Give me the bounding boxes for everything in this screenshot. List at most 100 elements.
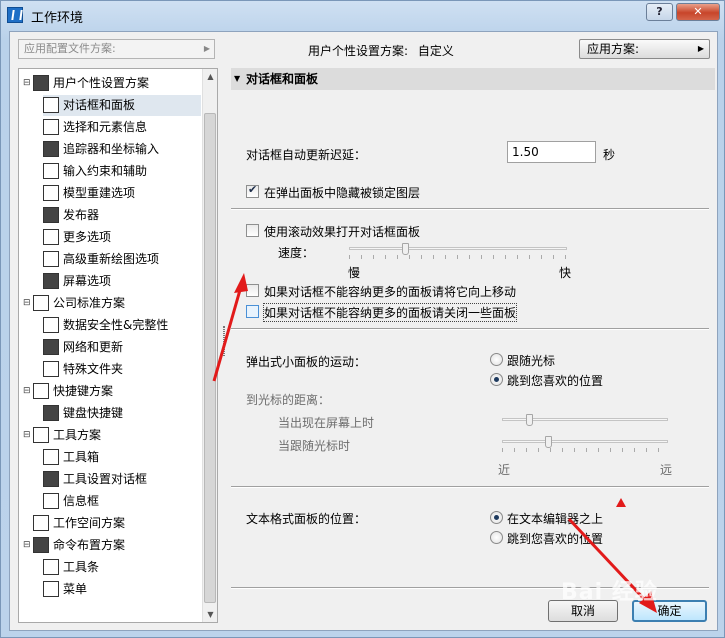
tree-item[interactable]: 高级重新绘图选项 (43, 249, 201, 270)
speed-slider[interactable] (349, 243, 567, 259)
watermark-logo: Bai 经验 (561, 580, 658, 605)
tree-item[interactable]: 数据安全性&完整性 (43, 315, 201, 336)
profile-dropdown-placeholder: 应用配置文件方案: (24, 42, 116, 55)
settings-page-icon (43, 361, 59, 377)
tree-item[interactable]: 发布器 (43, 205, 201, 226)
settings-page-icon (43, 207, 59, 223)
hide-locked-label: 在弹出面板中隐藏被锁定图层 (264, 186, 421, 200)
collapse-toggle-icon[interactable]: ⊟ (23, 381, 33, 402)
near-label: 近 (498, 463, 511, 477)
tree-group[interactable]: ⊟ 用户个性设置方案 (23, 73, 201, 94)
collapse-toggle-icon[interactable]: ⊟ (23, 73, 33, 94)
tree-item[interactable]: 工具箱 (43, 447, 201, 468)
help-button[interactable]: ? (646, 3, 673, 21)
text-preferred-radio[interactable] (490, 531, 503, 544)
tree-item[interactable]: 网络和更新 (43, 337, 201, 358)
scroll-effect-checkbox[interactable] (246, 224, 259, 237)
tree-group[interactable]: ⊟ 公司标准方案 (23, 293, 201, 314)
tree-item[interactable]: 特殊文件夹 (43, 359, 201, 380)
slider-thumb[interactable] (402, 243, 409, 255)
tree-item-label: 用户个性设置方案 (53, 76, 150, 90)
tree-item[interactable]: 模型重建选项 (43, 183, 201, 204)
section-header[interactable]: ▼ 对话框和面板 (231, 68, 715, 90)
delay-label: 对话框自动更新迟延： (246, 148, 367, 162)
tree-item-label: 工具条 (63, 560, 100, 574)
settings-tree: ⊟ 用户个性设置方案 对话框和面板 选择和元素信息追踪器和坐标输入输入约束和辅助模型重… (18, 68, 218, 623)
scheme-icon (33, 537, 49, 553)
settings-page-icon (43, 141, 59, 157)
popup-motion-label: 弹出式小面板的运动： (246, 355, 367, 369)
slider-thumb[interactable] (526, 414, 533, 426)
collapse-toggle-icon[interactable]: ⊟ (23, 535, 33, 556)
collapse-toggle-icon[interactable]: ⊟ (23, 425, 33, 446)
settings-page-icon (43, 581, 59, 597)
distance-label: 到光标的距离： (246, 393, 331, 407)
settings-page-icon (43, 449, 59, 465)
apply-scheme-button[interactable]: 应用方案: ▶ (579, 39, 710, 59)
settings-page-icon (43, 163, 59, 179)
tree-item[interactable]: 菜单 (43, 579, 201, 600)
scroll-up-icon[interactable]: ▲ (203, 69, 218, 84)
tree-group[interactable]: ⊟ 工具方案 (23, 425, 201, 446)
settings-page-icon (43, 229, 59, 245)
close-panels-label: 如果对话框不能容纳更多的面板请关闭一些面板 (262, 303, 518, 322)
tree-item[interactable]: 信息框 (43, 491, 201, 512)
text-above-radio[interactable] (490, 511, 503, 524)
text-format-label: 文本格式面板的位置： (246, 512, 367, 526)
tree-item[interactable]: 追踪器和坐标输入 (43, 139, 201, 160)
popup-follow-radio[interactable] (490, 353, 503, 366)
profile-scheme-dropdown[interactable]: 应用配置文件方案: ▶ (18, 39, 215, 59)
title-bar[interactable]: 工作环境 ? ✕ (1, 1, 724, 29)
scheme-icon (33, 427, 49, 443)
app-logo-icon (7, 7, 23, 23)
speed-max-label: 快 (559, 266, 572, 280)
settings-panel: ▼ 对话框和面板 对话框自动更新迟延： 1.50 秒 在弹出面板中隐藏被锁定图层… (231, 68, 715, 589)
scroll-down-icon[interactable]: ▼ (203, 607, 218, 622)
collapse-toggle-icon[interactable]: ⊟ (23, 293, 33, 314)
speed-label: 速度： (278, 246, 315, 260)
settings-page-icon (43, 493, 59, 509)
tree-item[interactable]: 屏幕选项 (43, 271, 201, 292)
chevron-down-icon: ▼ (234, 74, 241, 83)
tree-item[interactable]: 键盘快捷键 (43, 403, 201, 424)
close-button[interactable]: ✕ (676, 3, 720, 21)
tree-group[interactable]: ⊟ 快捷键方案 (23, 381, 201, 402)
tree-item-label: 更多选项 (63, 230, 112, 244)
delay-input[interactable]: 1.50 (507, 141, 596, 163)
tree-item-label: 工具箱 (63, 450, 100, 464)
annotation-marker (616, 498, 626, 507)
hide-locked-checkbox[interactable] (246, 183, 259, 198)
dist-follow-label: 当跟随光标时 (278, 439, 351, 453)
tree-item-label: 键盘快捷键 (63, 406, 124, 420)
popup-preferred-radio[interactable] (490, 373, 503, 386)
tree-item-label: 工具方案 (53, 428, 102, 442)
profile-label: 用户个性设置方案: (308, 44, 409, 58)
tree-item-label: 对话框和面板 (63, 98, 136, 112)
slider-thumb[interactable] (545, 436, 552, 448)
tree-item-label: 选择和元素信息 (63, 120, 148, 134)
tree-item-label: 屏幕选项 (63, 274, 112, 288)
tree-item[interactable]: 输入约束和辅助 (43, 161, 201, 182)
profile-value: 自定义 (417, 44, 454, 58)
tree-item-label: 快捷键方案 (53, 384, 114, 398)
settings-page-icon (43, 273, 59, 289)
current-profile-info: 用户个性设置方案: 自定义 (308, 42, 460, 59)
settings-page-icon (43, 559, 59, 575)
settings-page-icon (43, 251, 59, 267)
annotation-arrow-up (212, 273, 248, 382)
dist-follow-slider[interactable] (502, 436, 668, 452)
tree-item[interactable]: 工具设置对话框 (43, 469, 201, 490)
tree-group[interactable]: ⊟ 命令布置方案 (23, 535, 201, 556)
tree-item[interactable]: 更多选项 (43, 227, 201, 248)
tree-item[interactable]: 工具条 (43, 557, 201, 578)
far-label: 远 (660, 463, 673, 477)
tree-item-label: 发布器 (63, 208, 100, 222)
dist-screen-slider[interactable] (502, 414, 668, 426)
tree-item[interactable]: 对话框和面板 (43, 95, 201, 116)
divider (231, 208, 709, 210)
tree-group[interactable]: 工作空间方案 (23, 513, 201, 534)
delay-unit: 秒 (603, 148, 616, 162)
chevron-right-icon: ▶ (203, 44, 210, 53)
tree-item-label: 输入约束和辅助 (63, 164, 148, 178)
tree-item[interactable]: 选择和元素信息 (43, 117, 201, 138)
